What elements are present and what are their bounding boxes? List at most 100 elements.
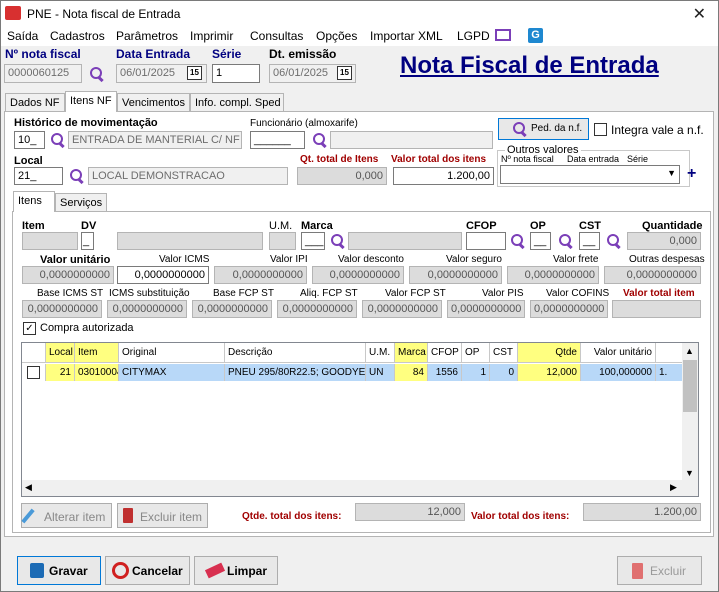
calendar-icon[interactable]: 15 <box>337 66 352 80</box>
grid-header-descricao[interactable]: Descrição <box>225 343 366 363</box>
table-cell-um[interactable]: UN <box>366 364 395 381</box>
marca-label: Marca <box>301 220 333 232</box>
icms-substituicao-field: 0,0000000000 <box>107 300 187 318</box>
gravar-button[interactable]: Gravar <box>17 556 101 585</box>
scroll-thumb[interactable] <box>683 360 697 412</box>
eraser-icon <box>204 562 226 579</box>
integra-vale-checkbox[interactable] <box>594 123 607 136</box>
search-icon[interactable] <box>68 168 84 184</box>
search-icon[interactable] <box>88 66 104 82</box>
valor-fcp-st-label: Valor FCP ST <box>385 288 446 299</box>
valor-icms-input[interactable]: 0,0000000000 <box>117 266 209 284</box>
grid-header-valor-unitario[interactable]: Valor unitário <box>581 343 656 363</box>
menu-lgpd[interactable]: LGPD <box>457 29 490 43</box>
vertical-scrollbar[interactable]: ▲ ▼ <box>682 343 698 482</box>
tab-itens-nf[interactable]: Itens NF <box>65 91 117 112</box>
items-grid[interactable]: Local Item Original Descrição U.M. Marca… <box>21 342 699 497</box>
dv-input[interactable]: _ <box>81 232 94 250</box>
table-cell-item[interactable]: 03010004 <box>75 364 119 381</box>
scroll-down-icon[interactable]: ▼ <box>685 468 694 478</box>
grid-header-op[interactable]: OP <box>462 343 490 363</box>
menu-parametros[interactable]: Parâmetros <box>116 29 178 43</box>
marca-input[interactable]: ___ <box>301 232 325 250</box>
valor-ipi-field: 0,0000000000 <box>214 266 307 284</box>
menu-importar-xml[interactable]: Importar XML <box>370 29 443 43</box>
search-icon[interactable] <box>329 233 345 249</box>
chevron-down-icon: ▼ <box>667 168 676 178</box>
grid-header-cfop[interactable]: CFOP <box>428 343 462 363</box>
table-cell-qtde[interactable]: 12,000 <box>518 364 581 381</box>
table-cell-extra[interactable]: 1. <box>656 364 684 381</box>
cst-input[interactable]: __ <box>579 232 600 250</box>
search-icon[interactable] <box>509 233 525 249</box>
search-icon[interactable] <box>605 233 621 249</box>
menu-imprimir[interactable]: Imprimir <box>190 29 233 43</box>
historico-code-input[interactable]: 10_ <box>14 131 45 149</box>
serie-label: Série <box>212 47 242 61</box>
outros-valores-select[interactable]: ▼ <box>500 165 680 184</box>
menu-consultas[interactable]: Consultas <box>250 29 303 43</box>
cfop-input[interactable] <box>466 232 506 250</box>
app-icon <box>5 6 21 20</box>
tab-itens[interactable]: Itens <box>13 191 55 212</box>
grid-header-qtde[interactable]: Qtde <box>518 343 581 363</box>
table-cell-original[interactable]: CITYMAX <box>119 364 225 381</box>
grid-header-marca[interactable]: Marca <box>395 343 428 363</box>
table-cell-cst[interactable]: 0 <box>490 364 518 381</box>
table-cell-valor-unitario[interactable]: 100,000000 <box>581 364 656 381</box>
table-row-checkbox-cell[interactable] <box>22 364 46 381</box>
row-checkbox[interactable] <box>27 366 40 379</box>
calendar-icon[interactable]: 15 <box>187 66 202 80</box>
compra-autorizada-checkbox[interactable]: ✓ <box>23 322 36 335</box>
scroll-left-icon[interactable]: ◀ <box>25 482 32 493</box>
grid-header-local[interactable]: Local <box>46 343 75 363</box>
table-cell-descricao[interactable]: PNEU 295/80R22.5; GOODYEAR <box>225 364 366 381</box>
tab-servicos[interactable]: Serviços <box>55 193 107 212</box>
horizontal-scrollbar[interactable]: ◀ ▶ <box>22 480 698 496</box>
tab-vencimentos[interactable]: Vencimentos <box>117 93 190 112</box>
table-cell-op[interactable]: 1 <box>462 364 490 381</box>
search-icon[interactable] <box>49 132 65 148</box>
marca-desc-field <box>348 232 462 250</box>
menu-opcoes[interactable]: Opções <box>316 29 357 43</box>
close-icon[interactable]: ✕ <box>693 4 706 24</box>
historico-label: Histórico de movimentação <box>14 117 158 129</box>
aliq-fcp-st-field: 0,0000000000 <box>277 300 357 318</box>
ped-nf-button[interactable]: Ped. da n.f. <box>498 118 589 140</box>
local-code-input[interactable]: 21_ <box>14 167 63 185</box>
g-logo-icon[interactable]: G <box>528 28 543 43</box>
search-icon[interactable] <box>311 132 327 148</box>
menu-cadastros[interactable]: Cadastros <box>50 29 105 43</box>
grid-header-original[interactable]: Original <box>119 343 225 363</box>
tab-info-compl-sped[interactable]: Info. compl. Sped <box>190 93 284 112</box>
cancelar-button[interactable]: Cancelar <box>105 556 190 585</box>
grid-header-item[interactable]: Item <box>75 343 119 363</box>
table-cell-marca[interactable]: 84 <box>395 364 428 381</box>
compra-autorizada-label: Compra autorizada <box>40 322 134 334</box>
excluir-button[interactable]: Excluir <box>617 556 702 585</box>
scroll-up-icon[interactable]: ▲ <box>685 346 694 356</box>
serie-input[interactable]: 1 <box>212 64 260 83</box>
plus-icon[interactable]: + <box>687 165 696 183</box>
main-window: PNE - Nota fiscal de Entrada ✕ Saída Cad… <box>0 0 719 592</box>
grid-header-cst[interactable]: CST <box>490 343 518 363</box>
table-cell-cfop[interactable]: 1556 <box>428 364 462 381</box>
grid-header-um[interactable]: U.M. <box>366 343 395 363</box>
alterar-item-button[interactable]: Alterar item <box>21 503 112 528</box>
excluir-item-button[interactable]: Excluir item <box>117 503 208 528</box>
valor-fcp-st-field: 0,0000000000 <box>362 300 442 318</box>
tab-dados-nf[interactable]: Dados NF <box>5 93 65 112</box>
valor-total-item-field <box>612 300 701 318</box>
qtde-total-label: Qtde. total dos itens: <box>242 511 342 522</box>
limpar-button[interactable]: Limpar <box>194 556 278 585</box>
menu-saida[interactable]: Saída <box>7 29 38 43</box>
scroll-right-icon[interactable]: ▶ <box>670 482 677 493</box>
op-input[interactable]: __ <box>530 232 551 250</box>
search-icon[interactable] <box>557 233 573 249</box>
funcionario-code-input[interactable]: ______ <box>250 131 305 149</box>
table-cell-local[interactable]: 21 <box>46 364 75 381</box>
valor-ipi-label: Valor IPI <box>270 254 308 265</box>
monitor-icon[interactable] <box>495 29 511 41</box>
nota-input[interactable]: 0000060125 <box>4 64 82 83</box>
page-title: Nota Fiscal de Entrada <box>400 52 659 79</box>
